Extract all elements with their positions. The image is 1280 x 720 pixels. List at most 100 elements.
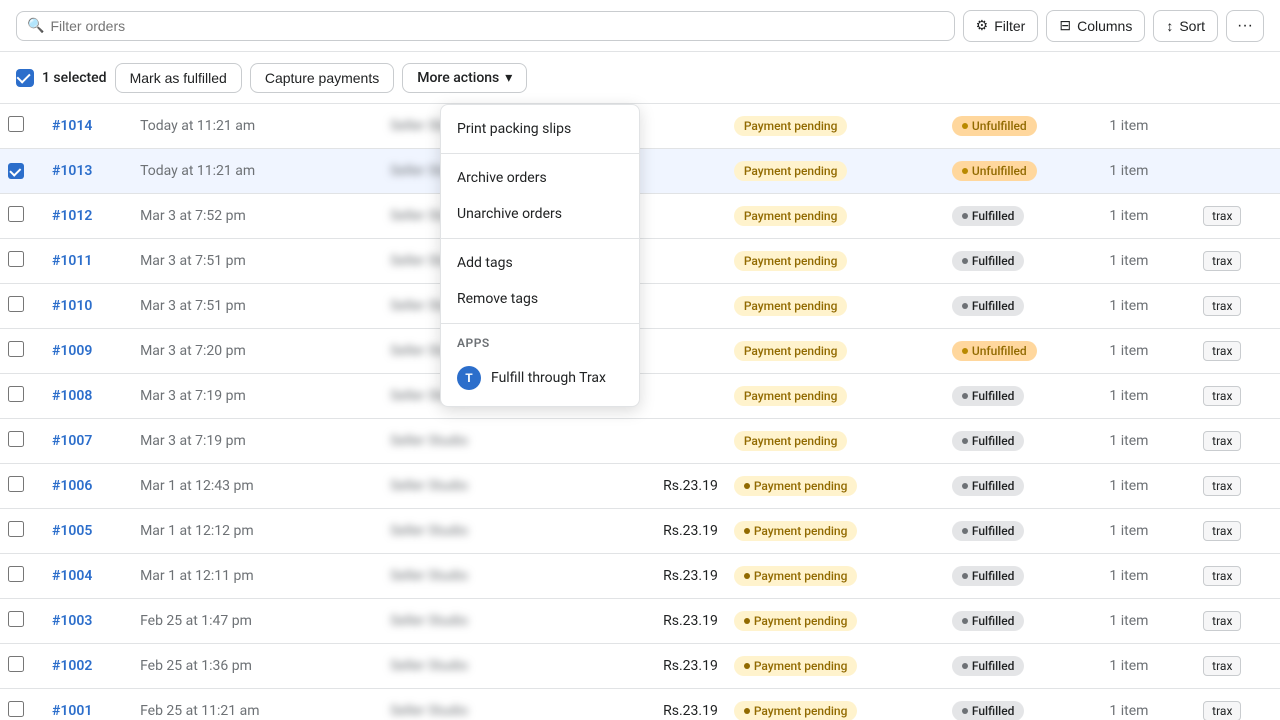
payment-status-cell: Payment pending: [726, 464, 944, 509]
order-items: 1 item: [1109, 568, 1148, 584]
more-button[interactable]: ···: [1226, 10, 1264, 42]
fulfillment-status-cell: Fulfilled: [944, 194, 1102, 239]
dropdown-item-fulfill-trax[interactable]: T Fulfill through Trax: [441, 356, 639, 400]
payment-status-badge: Payment pending: [734, 566, 858, 586]
order-id[interactable]: #1014: [52, 118, 92, 134]
payment-status-cell: Payment pending: [726, 644, 944, 689]
payment-dot: [744, 663, 750, 669]
row-checkbox[interactable]: [8, 476, 24, 492]
row-checkbox[interactable]: [8, 341, 24, 357]
order-id[interactable]: #1003: [52, 613, 92, 629]
checkbox-cell: [0, 509, 44, 554]
sort-button[interactable]: ↕ Sort: [1153, 10, 1218, 42]
order-id[interactable]: #1008: [52, 388, 92, 404]
fulfillment-status-cell: Unfulfilled: [944, 329, 1102, 374]
order-amount: —: [707, 118, 718, 134]
order-items: 1 item: [1109, 208, 1148, 224]
order-id-cell: #1002: [44, 644, 132, 689]
order-id[interactable]: #1002: [52, 658, 92, 674]
order-id[interactable]: #1006: [52, 478, 92, 494]
customer-name: Seller Studio: [390, 523, 468, 539]
customer-cell: Seller Studio: [382, 509, 601, 554]
more-actions-button[interactable]: More actions ▾: [402, 63, 527, 93]
mark-fulfilled-button[interactable]: Mark as fulfilled: [115, 63, 242, 93]
tag-cell: trax: [1195, 689, 1280, 720]
items-cell: 1 item: [1101, 689, 1195, 720]
search-input[interactable]: [50, 18, 943, 34]
order-id[interactable]: #1011: [52, 253, 92, 269]
checkbox-cell: [0, 689, 44, 720]
order-date: Mar 3 at 7:19 pm: [140, 433, 246, 449]
dropdown-item-archive-orders[interactable]: Archive orders: [441, 160, 639, 196]
fulfillment-status-cell: Fulfilled: [944, 374, 1102, 419]
search-box[interactable]: 🔍: [16, 11, 955, 41]
more-actions-label: More actions: [417, 70, 499, 86]
customer-cell: Seller Studio: [382, 644, 601, 689]
order-amount: —: [707, 253, 718, 269]
order-id[interactable]: #1009: [52, 343, 92, 359]
customer-cell: Seller Studio: [382, 599, 601, 644]
row-checkbox[interactable]: [8, 163, 24, 179]
table-row: #1003 Feb 25 at 1:47 pm Seller Studio Rs…: [0, 599, 1280, 644]
payment-status-cell: Payment pending: [726, 284, 944, 329]
order-id[interactable]: #1001: [52, 703, 92, 719]
order-date-cell: Mar 3 at 7:51 pm: [132, 239, 382, 284]
fulfillment-dot: [962, 618, 968, 624]
row-checkbox[interactable]: [8, 296, 24, 312]
fulfillment-dot: [962, 438, 968, 444]
select-all-checkbox[interactable]: [16, 69, 34, 87]
order-date: Mar 3 at 7:52 pm: [140, 208, 246, 224]
row-checkbox[interactable]: [8, 521, 24, 537]
dropdown-item-print-packing-slips[interactable]: Print packing slips: [441, 111, 639, 147]
items-cell: 1 item: [1101, 104, 1195, 149]
dropdown-item-add-tags[interactable]: Add tags: [441, 245, 639, 281]
order-items: 1 item: [1109, 253, 1148, 269]
items-cell: 1 item: [1101, 284, 1195, 329]
payment-status-cell: Payment pending: [726, 374, 944, 419]
table-row: #1012 Mar 3 at 7:52 pm Seller Studio — P…: [0, 194, 1280, 239]
items-cell: 1 item: [1101, 194, 1195, 239]
fulfillment-status-badge: Unfulfilled: [952, 341, 1037, 361]
row-checkbox[interactable]: [8, 116, 24, 132]
order-id[interactable]: #1013: [52, 163, 92, 179]
fulfillment-status-badge: Fulfilled: [952, 251, 1025, 271]
items-cell: 1 item: [1101, 419, 1195, 464]
print-packing-slips-label: Print packing slips: [457, 121, 571, 137]
customer-name: Seller Studio: [390, 433, 468, 449]
order-id-cell: #1003: [44, 599, 132, 644]
order-id[interactable]: #1004: [52, 568, 92, 584]
order-date: Mar 3 at 7:19 pm: [140, 388, 246, 404]
row-checkbox[interactable]: [8, 701, 24, 717]
table-row: #1014 Today at 11:21 am Seller Studio — …: [0, 104, 1280, 149]
row-checkbox[interactable]: [8, 656, 24, 672]
dropdown-item-remove-tags[interactable]: Remove tags: [441, 281, 639, 317]
order-id[interactable]: #1010: [52, 298, 92, 314]
checkbox-cell: [0, 239, 44, 284]
payment-status-cell: Payment pending: [726, 104, 944, 149]
row-checkbox[interactable]: [8, 386, 24, 402]
row-checkbox[interactable]: [8, 431, 24, 447]
order-date: Today at 11:21 am: [140, 118, 255, 134]
payment-status-cell: Payment pending: [726, 689, 944, 720]
items-cell: 1 item: [1101, 374, 1195, 419]
capture-payments-button[interactable]: Capture payments: [250, 63, 394, 93]
order-items: 1 item: [1109, 613, 1148, 629]
filter-button[interactable]: ⚙ Filter: [963, 10, 1039, 42]
columns-button[interactable]: ⊟ Columns: [1046, 10, 1145, 42]
order-id[interactable]: #1007: [52, 433, 92, 449]
row-checkbox[interactable]: [8, 566, 24, 582]
row-checkbox[interactable]: [8, 206, 24, 222]
row-checkbox[interactable]: [8, 251, 24, 267]
order-id[interactable]: #1005: [52, 523, 92, 539]
row-checkbox[interactable]: [8, 611, 24, 627]
dropdown-item-unarchive-orders[interactable]: Unarchive orders: [441, 196, 639, 232]
items-cell: 1 item: [1101, 509, 1195, 554]
order-id[interactable]: #1012: [52, 208, 92, 224]
fulfillment-dot: [962, 663, 968, 669]
checkbox-cell: [0, 599, 44, 644]
items-cell: 1 item: [1101, 329, 1195, 374]
order-date-cell: Mar 1 at 12:12 pm: [132, 509, 382, 554]
payment-dot: [744, 708, 750, 714]
checkbox-cell: [0, 149, 44, 194]
fulfillment-status-badge: Fulfilled: [952, 386, 1025, 406]
